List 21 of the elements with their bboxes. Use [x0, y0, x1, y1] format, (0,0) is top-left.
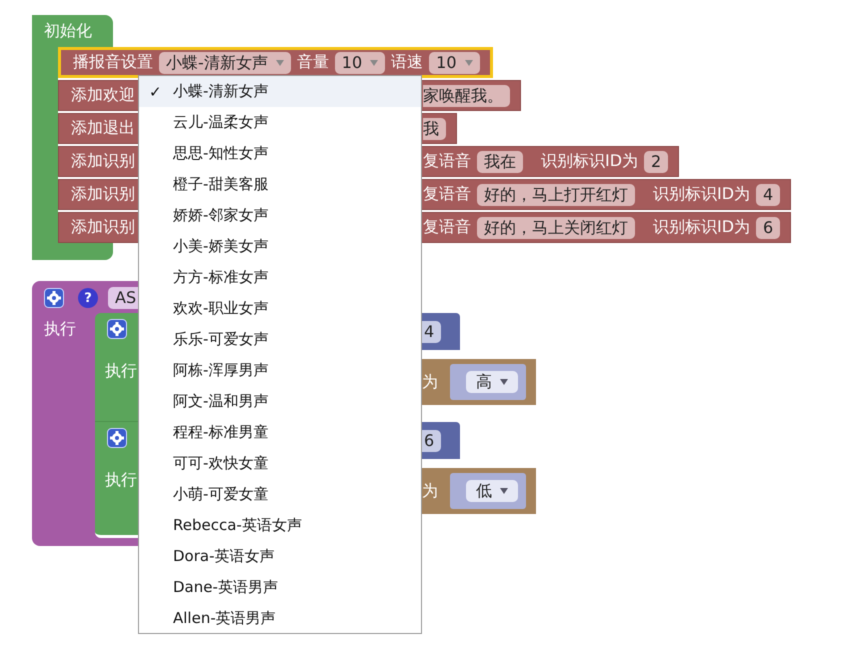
block-label: 添加识别 [71, 151, 135, 172]
block-label: 识别标识ID为 [541, 151, 638, 172]
block-label: 添加识别 [71, 184, 135, 205]
block-label: 初始化 [43, 20, 93, 42]
block-label: 为 [422, 372, 438, 392]
block-label: 复语音 [423, 217, 471, 238]
block-label: 识别标识ID为 [653, 217, 750, 238]
block-label: 为 [422, 480, 438, 502]
block-label: 添加退出 [71, 118, 135, 139]
block-label: 语速 [391, 52, 424, 73]
block-label: 复语音 [423, 184, 471, 205]
block-label: 复语音 [423, 151, 471, 172]
block-label: 音量 [296, 52, 329, 73]
block-label: 播报音设置 [73, 52, 153, 73]
block-label: 执行 [44, 319, 76, 340]
block-label: 添加欢迎 [71, 85, 135, 106]
block-label: 执行 [105, 361, 138, 382]
block-label: 添加识别 [71, 217, 135, 238]
block-label: 执行 [105, 470, 138, 491]
block-label: 识别标识ID为 [653, 184, 750, 205]
check-icon: ✓ [149, 82, 162, 100]
